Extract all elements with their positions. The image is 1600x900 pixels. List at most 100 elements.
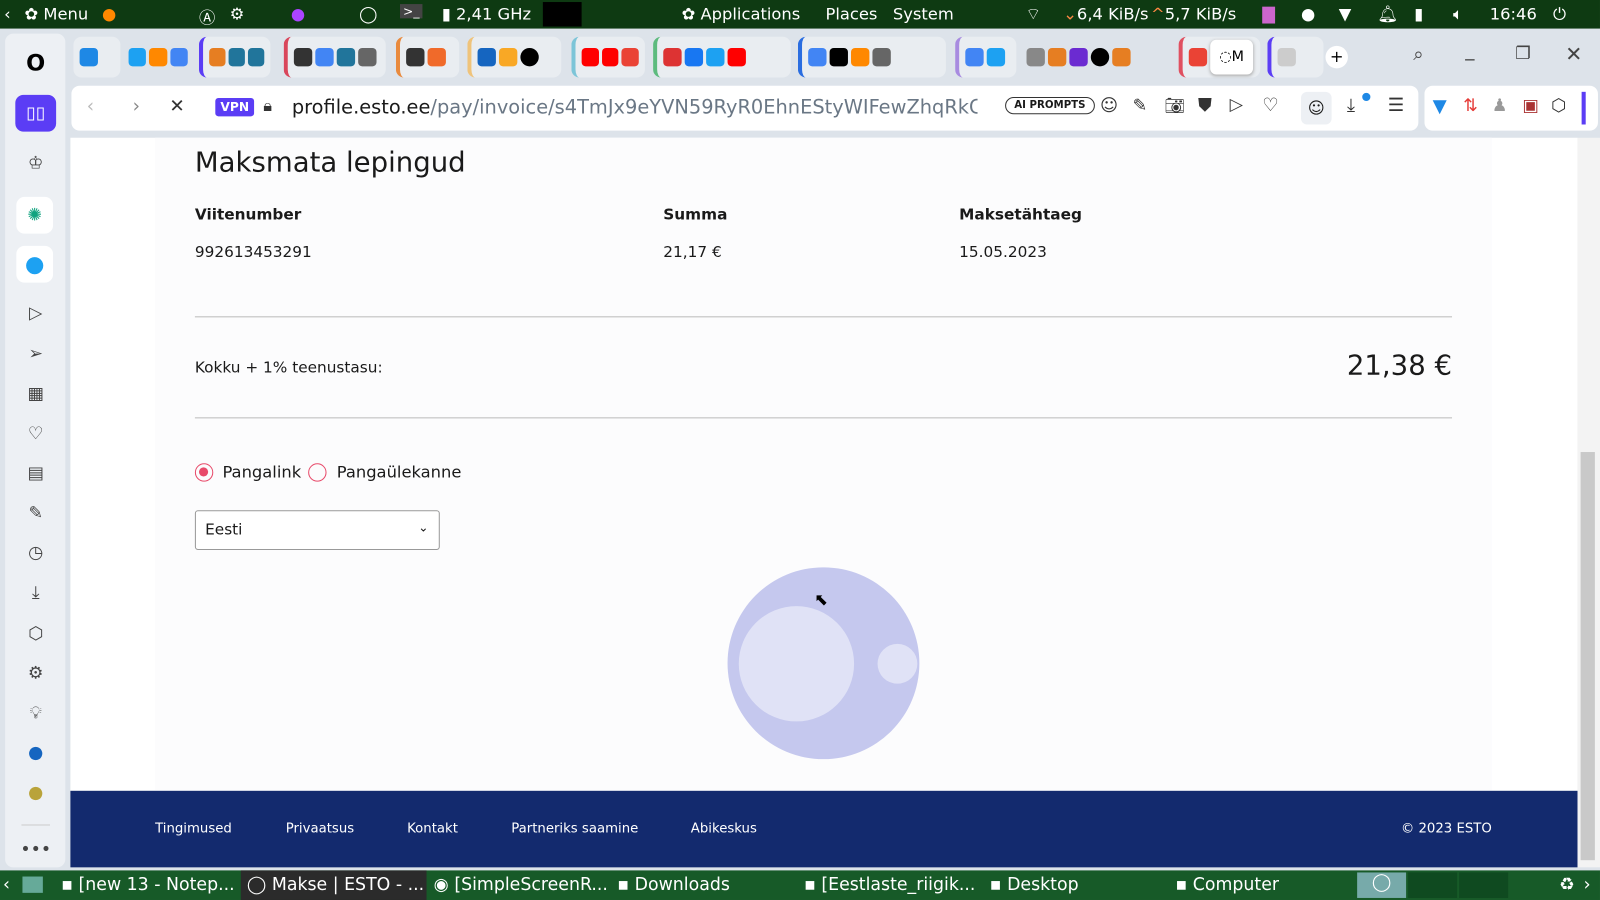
crown-icon[interactable]: ♔ — [21, 149, 50, 178]
tab-group[interactable] — [1267, 36, 1324, 78]
easy-setup-icon[interactable]: ☰ — [1388, 95, 1404, 116]
ai-prompts-button[interactable]: AI PROMPTS — [1005, 96, 1095, 115]
reading-list-icon[interactable]: ▯▯ — [15, 94, 57, 132]
workspace-1[interactable]: ◯ — [1357, 872, 1407, 898]
downloads-icon[interactable]: ⤓ — [21, 579, 50, 608]
minimize-button[interactable]: _ — [1465, 40, 1474, 61]
heart-icon[interactable]: ♡ — [1262, 95, 1278, 116]
tab-favicon-icon[interactable] — [965, 47, 984, 67]
tab-group[interactable]: ◌ M — [1178, 36, 1261, 78]
terminal-icon[interactable]: >_ — [399, 4, 423, 19]
tab-favicon-icon[interactable] — [427, 47, 446, 67]
tab-favicon-icon[interactable] — [872, 47, 891, 67]
chatgpt-icon[interactable]: ✺ — [16, 196, 54, 234]
update-icon[interactable]: ● — [1301, 4, 1315, 23]
taskbar-item[interactable]: ▪ [Eestlaste_riigik... — [804, 874, 975, 894]
tab-favicon-icon[interactable] — [1188, 47, 1208, 67]
restore-button[interactable]: ❐ — [1515, 44, 1531, 64]
taskbar-item[interactable]: ◉ [SimpleScreenR... — [434, 874, 608, 894]
footer-link[interactable]: Kontakt — [407, 821, 458, 836]
tab-favicon-icon[interactable] — [128, 47, 147, 67]
panel-left-arrow[interactable]: ‹ — [4, 4, 11, 23]
extension-cube-icon[interactable]: ⬡ — [1551, 96, 1566, 116]
network-icon[interactable]: ⌔ — [1026, 4, 1041, 24]
extension-filter-icon[interactable]: ▼ — [1433, 96, 1447, 117]
tab-favicon-icon[interactable] — [170, 47, 188, 67]
download-icon[interactable]: ⤓ — [1347, 95, 1355, 116]
tab-favicon-icon[interactable] — [986, 47, 1006, 67]
tab-favicon-icon[interactable] — [1112, 47, 1131, 67]
taskbar-item[interactable]: ▪ [new 13 - Notep... — [61, 874, 234, 894]
tab-favicon-icon[interactable] — [663, 47, 682, 67]
news-icon[interactable]: ▤ — [21, 459, 50, 488]
tab-group[interactable] — [571, 36, 645, 78]
tab-favicon-icon[interactable] — [808, 47, 827, 67]
tab-favicon-icon[interactable] — [1069, 47, 1088, 67]
places-menu[interactable]: Places — [826, 4, 878, 23]
close-window-button[interactable]: ✕ — [1565, 42, 1582, 66]
taskbar-item[interactable]: ▪ Downloads — [617, 874, 730, 894]
notification-bell-icon[interactable]: 🔔︎ — [1378, 4, 1399, 23]
send-icon[interactable]: ▷ — [1230, 95, 1243, 115]
tab-favicon-icon[interactable] — [149, 47, 167, 67]
vpn-badge[interactable]: VPN — [215, 97, 255, 117]
tab-favicon-icon[interactable] — [520, 47, 539, 67]
tab-group[interactable] — [1020, 37, 1168, 78]
lock-icon[interactable]: 🔒︎ — [263, 96, 272, 116]
firefox-icon[interactable]: ● — [102, 4, 116, 23]
extension-counter-icon[interactable]: ▣ — [1522, 96, 1538, 116]
tab-favicon-icon[interactable] — [336, 47, 356, 67]
tab-favicon-icon[interactable] — [247, 47, 265, 67]
extension-app-icon[interactable]: ● — [21, 779, 50, 808]
tab-favicon-icon[interactable] — [829, 47, 848, 67]
settings-icon[interactable]: ⚙ — [230, 4, 245, 23]
shield-icon[interactable]: ⛊ — [1198, 95, 1212, 116]
tab-favicon-icon[interactable] — [727, 47, 746, 67]
tab-favicon-icon[interactable] — [209, 47, 226, 67]
taskbar-item[interactable]: ▪ Desktop — [990, 874, 1079, 894]
back-button[interactable]: ‹ — [87, 96, 94, 117]
scrollbar[interactable] — [1577, 137, 1600, 868]
url-field[interactable]: profile.esto.ee/pay/invoice/s4TmJx9eYVN5… — [292, 96, 978, 118]
taskbar-item[interactable]: ▪ Computer — [1176, 874, 1280, 894]
speed-dial-icon[interactable]: ▦ — [21, 380, 50, 409]
player-icon[interactable]: ▷ — [21, 299, 50, 328]
extension-spy-icon[interactable]: ♟ — [1492, 96, 1508, 116]
lightbulb-icon[interactable]: 💡︎ — [21, 699, 50, 728]
tab-group[interactable] — [955, 36, 1017, 78]
tab-favicon-icon[interactable] — [706, 47, 725, 67]
tab-favicon-icon[interactable] — [358, 47, 377, 67]
extension-arrows-icon[interactable]: ⇅ — [1463, 96, 1478, 116]
menu-button[interactable]: ✿ Menu — [24, 4, 88, 23]
tab-search-icon[interactable]: ⌕ — [1413, 44, 1423, 65]
send-icon[interactable]: ➢ — [21, 340, 50, 369]
applications-menu[interactable]: ✿ Applications — [682, 4, 801, 23]
radio-pangalink[interactable] — [194, 463, 214, 482]
tab-favicon-icon[interactable] — [1047, 47, 1067, 67]
tab-group[interactable] — [653, 36, 791, 78]
stop-loading-button[interactable]: ✕ — [169, 96, 184, 117]
tab-group[interactable] — [73, 36, 121, 78]
pin-board-icon[interactable]: ✎ — [21, 499, 50, 528]
pin-icon[interactable]: ✎ — [1133, 96, 1148, 116]
power-icon[interactable]: ⏻ — [1553, 4, 1566, 24]
taskbar-right-arrow[interactable]: › — [1584, 874, 1591, 894]
settings-gear-icon[interactable]: ⚙ — [21, 659, 50, 688]
tab-favicon-icon[interactable] — [581, 47, 599, 67]
volume-icon[interactable]: 🔈︎ — [1453, 4, 1463, 24]
battery-icon[interactable]: ▮ — [1414, 4, 1423, 23]
tab-favicon-icon[interactable] — [1277, 47, 1296, 67]
more-icon[interactable]: ••• — [20, 824, 51, 865]
tor-icon[interactable]: ● — [291, 4, 305, 23]
tab-favicon-icon[interactable] — [1090, 47, 1110, 67]
radio-pangaulekanne[interactable] — [308, 463, 327, 482]
camera-icon[interactable]: 📷︎ — [1164, 96, 1185, 115]
footer-link[interactable]: Partneriks saamine — [511, 821, 638, 836]
clock[interactable]: 16:46 — [1490, 4, 1537, 23]
country-select[interactable]: Eesti ⌄ — [194, 510, 440, 550]
accessibility-icon[interactable]: Ⓐ — [199, 4, 215, 28]
opera-logo-icon[interactable]: O — [21, 49, 50, 78]
new-tab-button[interactable]: + — [1325, 45, 1348, 69]
heart-icon[interactable]: ♡ — [21, 419, 50, 448]
twitter-icon[interactable]: ● — [16, 245, 54, 283]
